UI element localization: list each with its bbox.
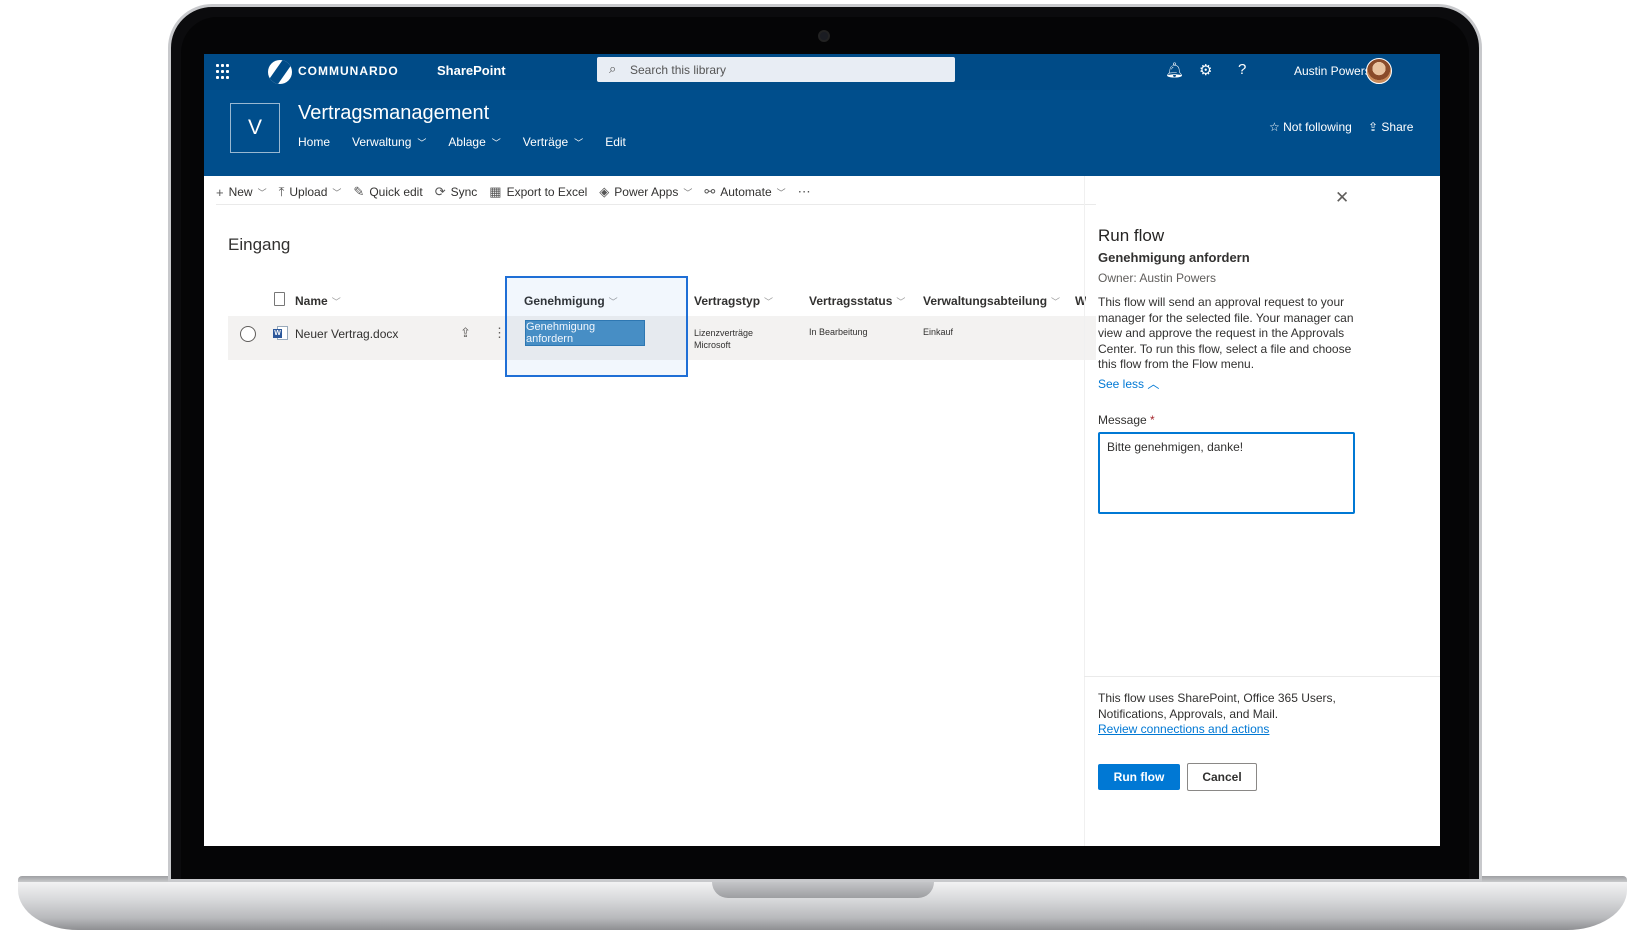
- share-icon: ⇪: [1368, 120, 1379, 134]
- column-header-name[interactable]: Name ﹀: [295, 294, 341, 308]
- chevron-down-icon: ﹀: [417, 138, 427, 148]
- library-title: Eingang: [228, 235, 291, 254]
- chevron-down-icon: ﹀: [683, 187, 693, 198]
- avatar[interactable]: [1366, 58, 1392, 84]
- sync-icon: ⟳: [434, 184, 446, 199]
- cancel-button[interactable]: Cancel: [1187, 763, 1257, 791]
- file-type-header-icon[interactable]: [274, 292, 285, 306]
- app-launcher-icon[interactable]: [216, 64, 232, 80]
- word-doc-icon: W: [273, 326, 288, 340]
- search-icon: ⌕: [609, 61, 617, 76]
- chevron-down-icon: ﹀: [331, 297, 341, 307]
- bell-icon[interactable]: 🔔︎: [1165, 61, 1184, 79]
- connections-note: This flow uses SharePoint, Office 365 Us…: [1098, 691, 1336, 721]
- chevron-up-icon: ︿: [1147, 377, 1160, 391]
- power-apps-button[interactable]: ◈ Power Apps ﹀: [599, 184, 692, 200]
- power-apps-icon: ◈: [599, 184, 610, 199]
- site-logo[interactable]: V: [230, 103, 280, 153]
- search-placeholder: Search this library: [630, 63, 727, 77]
- review-connections-link[interactable]: Review connections and actions: [1098, 722, 1269, 736]
- nav-item-ablage[interactable]: Ablage ﹀: [448, 135, 500, 149]
- plus-icon: +: [216, 184, 224, 200]
- run-flow-button[interactable]: Run flow: [1098, 764, 1180, 790]
- upload-button[interactable]: ⤒ Upload ﹀: [279, 184, 342, 200]
- message-textarea[interactable]: Bitte genehmigen, danke!: [1098, 432, 1355, 514]
- command-bar-divider: [216, 204, 1096, 205]
- panel-divider: [1084, 176, 1085, 846]
- abteilung-cell: Einkauf: [923, 327, 954, 337]
- app-name[interactable]: SharePoint: [437, 63, 506, 78]
- camera-icon: [818, 30, 830, 42]
- flow-name: Genehmigung anfordern: [1098, 250, 1250, 265]
- row-select-radio[interactable]: [240, 326, 256, 342]
- chevron-down-icon: ﹀: [776, 187, 786, 198]
- share-icon[interactable]: ⇪: [460, 325, 471, 341]
- message-label: Message *: [1098, 413, 1155, 427]
- see-less-link[interactable]: See less ︿: [1098, 375, 1159, 392]
- chevron-down-icon: ﹀: [491, 138, 501, 148]
- new-button[interactable]: + New ﹀: [216, 185, 267, 200]
- file-name[interactable]: Neuer Vertrag.docx: [295, 327, 398, 341]
- automate-button[interactable]: ⚯ Automate ﹀: [704, 184, 785, 200]
- nav-item-verwaltung[interactable]: Verwaltung ﹀: [352, 135, 426, 149]
- laptop-notch: [712, 882, 934, 898]
- column-header-vertragstyp[interactable]: Vertragstyp ﹀: [694, 294, 773, 308]
- follow-button[interactable]: ☆ Not following: [1269, 120, 1352, 134]
- help-icon[interactable]: ?: [1238, 61, 1246, 78]
- laptop-mockup: COMMUNARDO SharePoint ⌕ Search this libr…: [0, 0, 1645, 930]
- excel-icon: ▦: [489, 184, 502, 199]
- chevron-down-icon: ﹀: [764, 297, 774, 307]
- gear-icon[interactable]: ⚙: [1199, 61, 1212, 79]
- sharepoint-screen: COMMUNARDO SharePoint ⌕ Search this libr…: [204, 54, 1440, 846]
- flow-description: This flow will send an approval request …: [1098, 295, 1354, 371]
- chevron-down-icon: ﹀: [257, 187, 267, 198]
- pencil-icon: ✎: [353, 184, 365, 199]
- export-excel-button[interactable]: ▦ Export to Excel: [489, 184, 587, 200]
- chevron-down-icon: ﹀: [896, 297, 906, 307]
- share-button[interactable]: ⇪ Share: [1368, 120, 1413, 134]
- vertragsstatus-cell: In Bearbeitung: [809, 327, 868, 337]
- chevron-down-icon: ﹀: [332, 187, 342, 198]
- panel-title: Run flow: [1098, 226, 1165, 245]
- column-header-vertragsstatus[interactable]: Vertragsstatus ﹀: [809, 294, 905, 308]
- user-name[interactable]: Austin Powers: [1294, 64, 1371, 78]
- sync-button[interactable]: ⟳ Sync: [435, 184, 478, 200]
- chevron-down-icon: ﹀: [574, 138, 584, 148]
- site-navigation: Home Verwaltung ﹀ Ablage ﹀ Verträge ﹀ Edit: [298, 135, 648, 149]
- brand-name[interactable]: COMMUNARDO: [298, 64, 399, 78]
- nav-item-vertraege[interactable]: Verträge ﹀: [523, 135, 583, 149]
- highlight-frame: [505, 276, 688, 377]
- command-bar: + New ﹀ ⤒ Upload ﹀ ✎ Quick edit ⟳ Sync ▦ Export…: [216, 180, 828, 204]
- site-header: V Vertragsmanagement Home Verwaltung ﹀ Ab…: [204, 90, 1440, 176]
- suite-bar: COMMUNARDO SharePoint ⌕ Search this libr…: [204, 54, 1440, 90]
- column-header-verwaltungsabteilung[interactable]: Verwaltungsabteilung ﹀: [923, 294, 1060, 308]
- search-box[interactable]: ⌕ Search this library: [597, 57, 955, 82]
- star-icon: ☆: [1269, 120, 1280, 134]
- close-icon[interactable]: ✕: [1335, 188, 1349, 208]
- more-options-icon[interactable]: ⋯: [798, 184, 816, 200]
- site-title[interactable]: Vertragsmanagement: [298, 102, 489, 125]
- vertragstyp-cell: Lizenzverträge Microsoft: [694, 328, 754, 350]
- chevron-down-icon: ﹀: [1051, 297, 1061, 307]
- nav-item-home[interactable]: Home: [298, 135, 330, 149]
- automate-icon: ⚯: [704, 184, 716, 199]
- quick-edit-button[interactable]: ✎ Quick edit: [353, 184, 422, 200]
- footer-divider: [1084, 676, 1440, 677]
- nav-item-edit[interactable]: Edit: [605, 135, 626, 149]
- upload-icon: ⤒: [278, 184, 285, 199]
- communardo-logo-icon: [268, 60, 292, 84]
- flow-owner: Owner: Austin Powers: [1098, 271, 1217, 285]
